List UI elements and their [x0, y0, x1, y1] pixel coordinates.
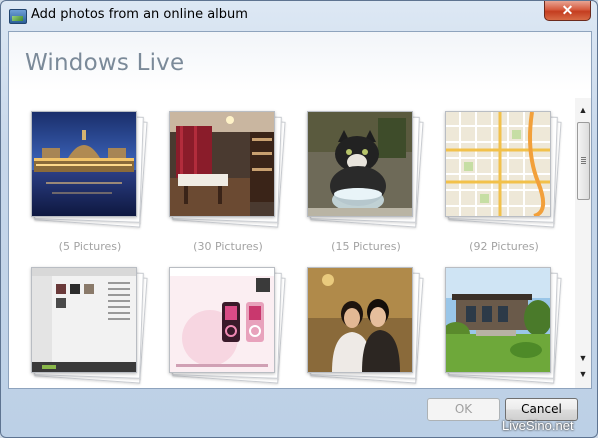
brand-title: Windows Live: [25, 50, 185, 76]
scroll-up-arrow-icon[interactable]: ▲: [575, 102, 591, 118]
album-item[interactable]: (30 Pictures): [166, 110, 286, 260]
scroll-end-arrow-icon[interactable]: ▼: [575, 368, 591, 380]
map-photo: [446, 112, 550, 216]
room-interior-photo: [170, 112, 274, 216]
album-cover: [31, 111, 137, 217]
album-stack: [28, 110, 148, 230]
vertical-scrollbar[interactable]: ▲ ▼ ▼: [575, 98, 591, 388]
album-stack: [442, 266, 562, 386]
album-caption: (5 Pictures): [58, 240, 122, 253]
album-stack: [28, 266, 148, 386]
header-band: Windows Live: [9, 32, 591, 92]
album-picker-panel: Windows Live (5 Pictures) (30 Pictures) …: [8, 31, 592, 389]
album-caption: (92 Pictures): [469, 240, 539, 253]
album-stack: [166, 266, 286, 386]
album-cover: [169, 111, 275, 217]
album-item[interactable]: (15 Pictures): [304, 110, 424, 260]
album-stack: [304, 110, 424, 230]
cat-photo: [308, 112, 412, 216]
zune-player-screenshot: [170, 268, 274, 372]
album-item[interactable]: [304, 266, 424, 388]
album-item[interactable]: [442, 266, 562, 388]
album-cover: [445, 111, 551, 217]
watermark: LiveSino.net: [502, 418, 574, 433]
album-cover: [307, 111, 413, 217]
scroll-down-arrow-icon[interactable]: ▼: [575, 350, 591, 366]
album-grid: (5 Pictures) (30 Pictures) (15 Pictures)…: [9, 92, 575, 388]
photo-gallery-icon: [9, 9, 27, 24]
title-bar[interactable]: Add photos from an online album ✕: [1, 1, 597, 31]
ok-button[interactable]: OK: [427, 398, 500, 421]
album-caption: (30 Pictures): [193, 240, 263, 253]
media-player-screenshot: [32, 268, 136, 372]
album-stack: [166, 110, 286, 230]
album-item[interactable]: [166, 266, 286, 388]
album-cover: [31, 267, 137, 373]
album-stack: [442, 110, 562, 230]
night-palace-photo: [32, 112, 136, 216]
dialog-window: Add photos from an online album ✕ Window…: [0, 0, 598, 438]
album-item[interactable]: [28, 266, 148, 388]
two-people-photo: [308, 268, 412, 372]
window-title: Add photos from an online album: [31, 7, 248, 22]
scroll-thumb[interactable]: [577, 122, 590, 200]
album-caption: (15 Pictures): [331, 240, 401, 253]
album-stack: [304, 266, 424, 386]
album-cover: [307, 267, 413, 373]
grip-icon: [581, 157, 586, 158]
album-cover: [445, 267, 551, 373]
album-item[interactable]: (5 Pictures): [28, 110, 148, 260]
album-cover: [169, 267, 275, 373]
album-item[interactable]: (92 Pictures): [442, 110, 562, 260]
garden-building-photo: [446, 268, 550, 372]
close-button[interactable]: ✕: [544, 1, 591, 21]
